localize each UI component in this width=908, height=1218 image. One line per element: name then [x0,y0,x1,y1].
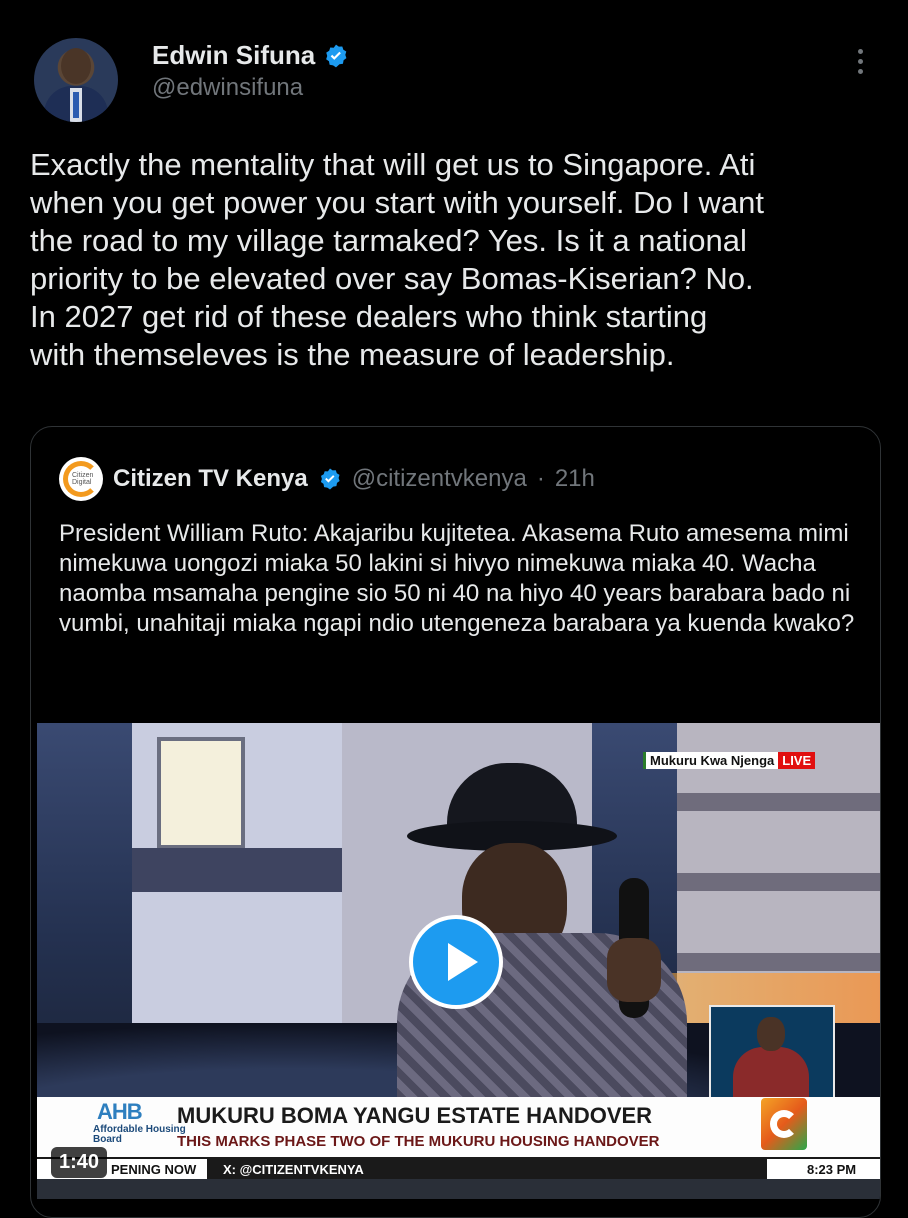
tweet-line: the road to my village tarmaked? Yes. Is… [30,223,747,258]
author-name[interactable]: Edwin Sifuna [152,40,315,71]
broadcast-subline: THIS MARKS PHASE TWO OF THE MUKURU HOUSI… [177,1133,660,1150]
live-badge: LIVE [778,751,816,769]
citizen-tv-logo [761,1098,807,1150]
tweet-text: Exactly the mentality that will get us t… [30,146,880,374]
quoted-tweet-card[interactable]: Citizen Digital Citizen TV Kenya @citize… [30,426,881,1218]
tweet-line: when you get power you start with yourse… [30,185,765,220]
author-avatar[interactable] [34,38,118,122]
news-ticker: PENING NOW X: @CITIZENTVKENYA 8:23 PM [37,1157,880,1181]
ticker-handle: X: @CITIZENTVKENYA [223,1162,364,1177]
video-duration: 1:40 [51,1147,108,1178]
broadcast-headline: MUKURU BOMA YANGU ESTATE HANDOVER [177,1103,653,1128]
tweet-line: In 2027 get rid of these dealers who thi… [30,299,708,334]
tweet-line: priority to be elevated over say Bomas-K… [30,261,754,296]
location-name: Mukuru Kwa Njenga [643,751,779,769]
quoted-author-handle[interactable]: @citizentvkenya [352,465,527,493]
separator-dot: · [536,465,545,492]
author-handle[interactable]: @edwinsifuna [152,74,303,102]
verified-badge-icon [326,44,347,67]
ahb-logo-text: AHB [97,1099,143,1124]
ticker-happening-now: PENING NOW [111,1162,197,1177]
video-player[interactable]: Mukuru Kwa Njenga LIVE AHB Affordable Ho… [37,723,880,1199]
play-icon[interactable] [409,915,503,1009]
logo-text: Citizen Digital [72,472,94,486]
quoted-author-name[interactable]: Citizen TV Kenya [113,465,308,493]
tweet-line: Exactly the mentality that will get us t… [30,147,756,182]
quoted-tweet-header: Citizen Digital Citizen TV Kenya @citize… [59,457,595,501]
author-name-row[interactable]: Edwin Sifuna [152,40,349,71]
avatar-head [61,48,91,84]
quoted-timestamp[interactable]: 21h [555,465,595,493]
avatar-tie [73,92,79,118]
background-building [132,723,342,1053]
more-options-icon[interactable] [848,44,872,80]
sign-language-inset [709,1005,835,1101]
ticker-time: 8:23 PM [807,1162,857,1177]
verified-badge-icon [320,468,340,490]
quoted-tweet-text: President William Ruto: Akajaribu kujite… [59,520,855,637]
citizen-logo-avatar[interactable]: Citizen Digital [59,457,103,501]
location-tag: Mukuru Kwa Njenga LIVE [643,750,816,770]
tweet-line: with themseleves is the measure of leade… [30,337,675,372]
